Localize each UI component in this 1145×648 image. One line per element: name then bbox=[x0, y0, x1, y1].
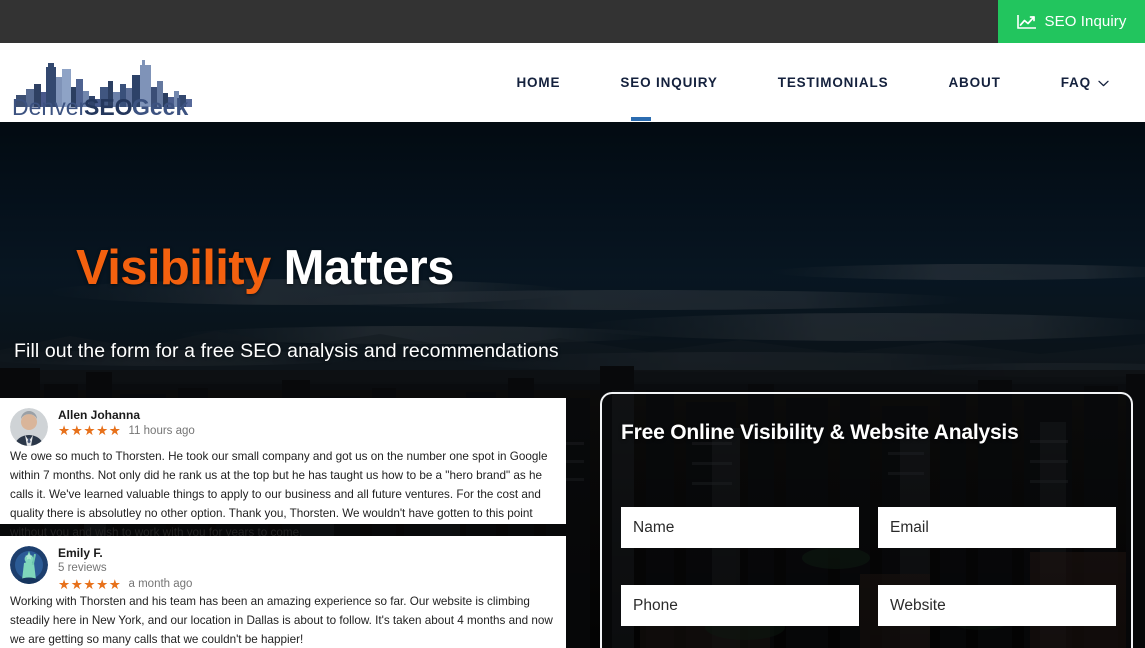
top-bar: SEO Inquiry bbox=[0, 0, 1145, 43]
seo-inquiry-cta-label: SEO Inquiry bbox=[1044, 13, 1127, 30]
hero-section: Visibility Matters Fill out the form for… bbox=[0, 122, 1145, 648]
main-navigation: HOME SEO INQUIRY TESTIMONIALS ABOUT FAQ bbox=[486, 43, 1139, 122]
nav-label-faq: FAQ bbox=[1060, 75, 1091, 90]
nav-item-seo-inquiry[interactable]: SEO INQUIRY bbox=[590, 43, 747, 122]
star-rating-icon: ★★★★★ bbox=[58, 423, 122, 438]
website-input[interactable] bbox=[878, 585, 1116, 626]
email-input[interactable] bbox=[878, 507, 1116, 548]
site-logo[interactable]: Denver SEO Geek bbox=[8, 51, 200, 117]
chart-line-icon bbox=[1016, 14, 1037, 30]
chevron-down-icon bbox=[1098, 75, 1109, 90]
site-header: Denver SEO Geek HOME SEO INQUIRY TESTIMO… bbox=[0, 43, 1145, 122]
hero-title: Visibility Matters bbox=[76, 244, 454, 293]
review-text: Working with Thorsten and his team has b… bbox=[10, 595, 553, 646]
svg-text:Denver: Denver bbox=[12, 94, 86, 117]
avatar bbox=[10, 408, 48, 446]
form-title: Free Online Visibility & Website Analysi… bbox=[621, 421, 1019, 444]
hero-title-rest: Matters bbox=[283, 241, 455, 295]
review-author-name: Allen Johanna bbox=[58, 408, 141, 422]
avatar bbox=[10, 546, 48, 584]
review-card: Allen Johanna ★★★★★ 11 hours ago We owe … bbox=[0, 398, 566, 539]
nav-label-about: ABOUT bbox=[948, 75, 1001, 90]
review-text: We owe so much to Thorsten. He took our … bbox=[10, 450, 548, 539]
name-input[interactable] bbox=[621, 507, 859, 548]
review-author-count: 5 reviews bbox=[58, 562, 107, 574]
nav-item-testimonials[interactable]: TESTIMONIALS bbox=[748, 43, 919, 122]
nav-label-testimonials: TESTIMONIALS bbox=[777, 75, 889, 90]
page-root: SEO Inquiry Denver SEO Geek HOME SEO INQ… bbox=[0, 0, 1145, 648]
review-author-name: Emily F. bbox=[58, 546, 103, 560]
nav-label-seo-inquiry: SEO INQUIRY bbox=[620, 75, 718, 90]
hero-title-highlight: Visibility bbox=[76, 241, 271, 295]
hero-subtitle: Fill out the form for a free SEO analysi… bbox=[14, 340, 559, 362]
svg-text:Geek: Geek bbox=[132, 94, 188, 117]
review-card: Emily F. 5 reviews ★★★★★ a month ago Wor… bbox=[0, 536, 566, 648]
review-timestamp: a month ago bbox=[128, 578, 193, 591]
star-rating-icon: ★★★★★ bbox=[58, 576, 122, 592]
nav-item-faq[interactable]: FAQ bbox=[1031, 43, 1139, 122]
nav-label-home: HOME bbox=[516, 75, 561, 90]
nav-item-about[interactable]: ABOUT bbox=[918, 43, 1030, 122]
nav-item-home[interactable]: HOME bbox=[486, 43, 590, 122]
lead-capture-form: Free Online Visibility & Website Analysi… bbox=[600, 392, 1133, 648]
phone-input[interactable] bbox=[621, 585, 859, 626]
nav-active-indicator bbox=[631, 117, 651, 121]
svg-text:SEO: SEO bbox=[84, 94, 133, 117]
seo-inquiry-cta-button[interactable]: SEO Inquiry bbox=[998, 0, 1145, 43]
review-timestamp: 11 hours ago bbox=[128, 424, 195, 437]
